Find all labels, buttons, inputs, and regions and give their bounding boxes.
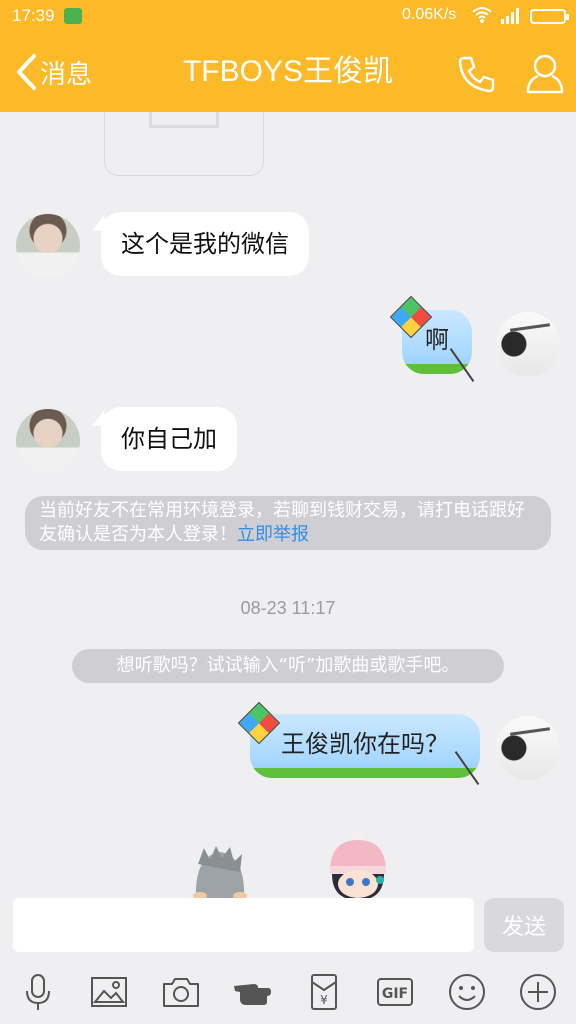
peeking-boy-sticker bbox=[193, 846, 247, 900]
input-toolbar: ¥ GIF bbox=[0, 960, 576, 1024]
incoming-message-bubble[interactable]: 你自己加 bbox=[101, 407, 237, 471]
message-text: 啊 bbox=[425, 326, 449, 354]
camera-icon[interactable] bbox=[159, 970, 203, 1014]
battery-icon bbox=[530, 9, 569, 24]
image-icon[interactable] bbox=[87, 970, 131, 1014]
contact-avatar[interactable] bbox=[16, 214, 80, 278]
back-label: 消息 bbox=[40, 59, 93, 90]
chat-title: TFBOYS王俊凯 bbox=[182, 55, 393, 88]
message-input[interactable] bbox=[13, 898, 474, 952]
wifi-icon bbox=[472, 7, 492, 23]
red-packet-label: ¥ bbox=[320, 993, 328, 1007]
send-button[interactable]: 发送 bbox=[484, 898, 564, 952]
emoji-icon[interactable] bbox=[445, 970, 489, 1014]
phone-icon[interactable] bbox=[456, 54, 496, 94]
network-speed: 0.06K/s bbox=[402, 6, 457, 23]
my-avatar[interactable] bbox=[496, 716, 560, 780]
signal-icon bbox=[501, 8, 519, 24]
incoming-message-bubble[interactable]: 这个是我的微信 bbox=[101, 212, 309, 276]
gif-icon[interactable]: GIF bbox=[373, 970, 417, 1014]
red-packet-icon[interactable]: ¥ bbox=[302, 970, 346, 1014]
plus-icon[interactable] bbox=[516, 970, 560, 1014]
gif-label: GIF bbox=[382, 986, 408, 1002]
top-bar: 17:39 0.06K/s 消息 TFBOYS王俊凯 bbox=[0, 0, 576, 112]
grass-decoration bbox=[250, 768, 480, 778]
message-text: 你自己加 bbox=[121, 425, 217, 453]
message-text: 王俊凯你在吗？ bbox=[281, 730, 449, 758]
back-button[interactable]: 消息 bbox=[14, 52, 92, 92]
status-bar: 17:39 0.06K/s bbox=[0, 0, 576, 32]
composer: 发送 bbox=[0, 898, 576, 960]
music-hint: 想听歌吗？试试输入“听”加歌曲或歌手吧。 bbox=[72, 649, 504, 683]
message-text: 这个是我的微信 bbox=[121, 230, 289, 258]
alarm-icon bbox=[64, 8, 82, 24]
report-link[interactable]: 立即举报 bbox=[237, 524, 309, 545]
microphone-icon[interactable] bbox=[16, 970, 60, 1014]
security-notice: 当前好友不在常用环境登录，若聊到钱财交易，请打电话跟好友确认是否为本人登录！立即… bbox=[25, 496, 551, 550]
status-time: 17:39 bbox=[12, 6, 55, 25]
chevron-left-icon bbox=[17, 54, 36, 90]
profile-icon[interactable] bbox=[525, 52, 565, 94]
outgoing-message-bubble[interactable]: 王俊凯你在吗？ bbox=[250, 714, 480, 778]
peeking-girl-sticker bbox=[330, 832, 386, 900]
image-message[interactable] bbox=[104, 112, 264, 176]
contact-avatar[interactable] bbox=[16, 409, 80, 473]
poke-icon[interactable] bbox=[230, 970, 274, 1014]
image-thumbnail bbox=[149, 112, 219, 128]
my-avatar[interactable] bbox=[496, 312, 560, 376]
message-timestamp: 08-23 11:17 bbox=[240, 598, 336, 618]
